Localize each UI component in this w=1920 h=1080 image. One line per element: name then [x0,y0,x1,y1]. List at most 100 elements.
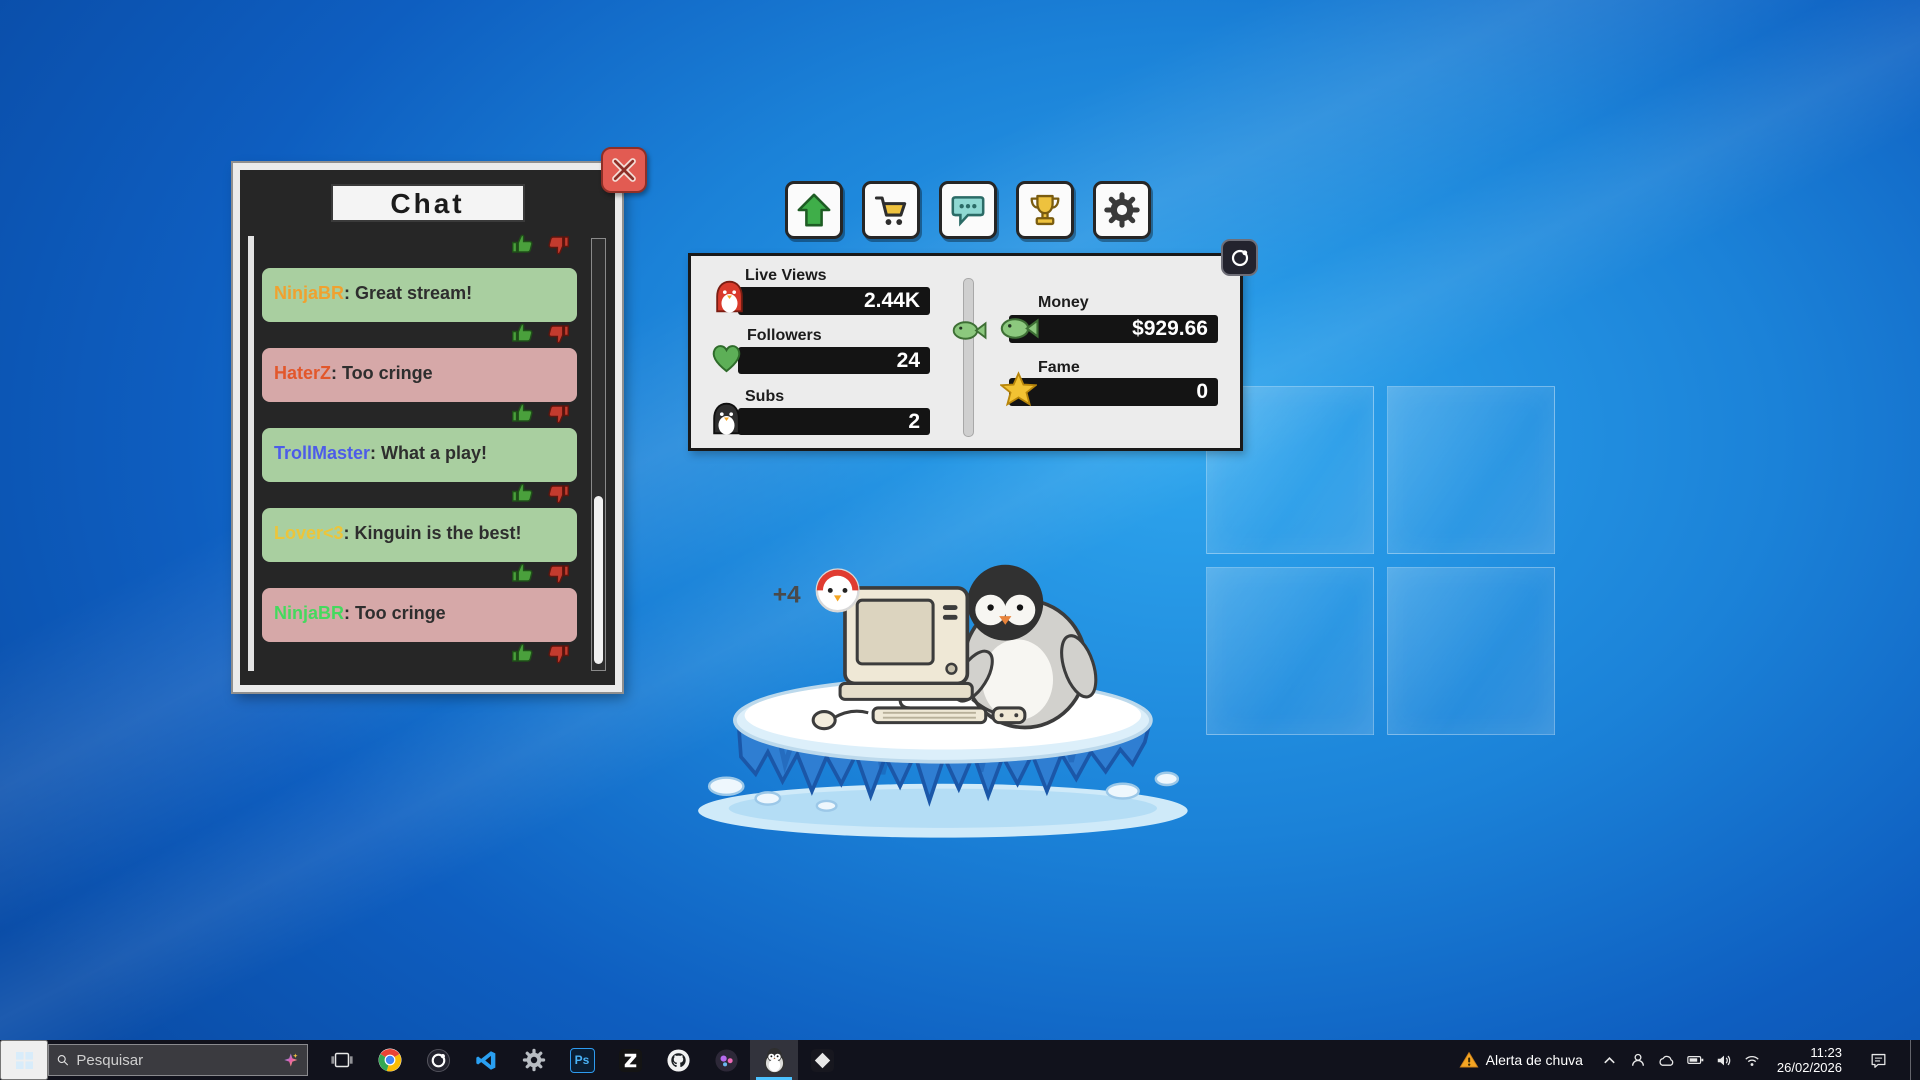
thumbs-down-icon[interactable] [544,232,573,257]
taskbar-github[interactable] [654,1040,702,1080]
chat-close-button[interactable] [601,147,647,193]
arrow-up-icon [795,191,833,229]
thumbs-up-icon[interactable] [508,561,537,586]
taskbar-clock[interactable]: 11:23 26/02/2026 [1773,1045,1846,1075]
shop-button[interactable] [862,181,920,239]
penguin-game-icon [761,1047,788,1074]
tray-chevron-icon[interactable] [1602,1054,1617,1066]
search-input[interactable] [76,1052,275,1069]
controller [993,708,1025,723]
fish-slider-handle[interactable] [948,314,990,347]
notification-center-button[interactable] [1859,1040,1897,1080]
windows-logo-pane [1387,386,1555,554]
star-icon [1000,371,1037,408]
obs-mini-button[interactable] [1221,239,1258,276]
chat-title: Chat [331,184,525,222]
thumbs-up-icon[interactable] [508,321,537,346]
github-icon [666,1048,691,1073]
volume-icon[interactable] [1716,1053,1732,1068]
thumbs-up-icon[interactable] [508,481,537,506]
taskbar-app-z[interactable] [606,1040,654,1080]
tray-icons [1630,1052,1760,1068]
money-label: Money [1038,294,1089,312]
chat-panel: Chat NinjaBR: Great stream! HaterZ: Too … [233,163,622,692]
obs-swirl-icon [1227,245,1253,271]
chat-message-text: Kinguin is the best! [355,523,522,543]
chat-left-rail [248,236,254,671]
clock-date: 26/02/2026 [1777,1060,1842,1075]
vote-buttons [508,561,573,586]
chat-message: TrollMaster: What a play! [262,428,577,482]
chat-bubble: TrollMaster: What a play! [262,428,577,482]
chat-bubble: HaterZ: Too cringe [262,348,577,402]
start-button[interactable] [0,1040,48,1080]
taskbar-penguin-game[interactable] [750,1040,798,1080]
network-wifi-icon[interactable] [1744,1054,1760,1067]
dark-app-icon [810,1048,835,1073]
search-icon [57,1052,68,1068]
thumbs-up-icon[interactable] [508,232,537,257]
vertical-slider-track[interactable] [963,278,974,437]
settings-button[interactable] [1093,181,1151,239]
onedrive-cloud-icon[interactable] [1658,1054,1675,1067]
upgrade-button[interactable] [785,181,843,239]
task-view-icon [330,1048,354,1072]
trophy-icon [1026,191,1064,229]
chat-colon: : [331,363,342,383]
thumbs-up-icon[interactable] [508,641,537,666]
thumbs-down-icon[interactable] [544,321,573,346]
taskbar-app-dark[interactable] [798,1040,846,1080]
taskbar-photoshop[interactable]: Ps [558,1040,606,1080]
chat-scrollbar[interactable] [591,238,606,671]
weather-alert-text: Alerta de chuva [1486,1052,1583,1068]
chat-username: TrollMaster [274,443,370,463]
show-desktop-button[interactable] [1910,1040,1916,1080]
vote-buttons [508,401,573,426]
taskbar-vscode[interactable] [462,1040,510,1080]
thumbs-down-icon[interactable] [544,641,573,666]
gain-text: +4 [773,582,801,609]
vote-buttons [508,481,573,506]
computer-mouse[interactable] [813,712,835,729]
penguin-icon [708,400,745,437]
taskbar-chrome[interactable] [366,1040,414,1080]
vote-buttons [508,321,573,346]
chat-colon: : [344,603,355,623]
fame-label: Fame [1038,359,1080,377]
taskbar-search[interactable] [48,1044,308,1076]
chat-message-list[interactable]: NinjaBR: Great stream! HaterZ: Too cring… [262,232,577,673]
taskbar-settings-gear[interactable] [510,1040,558,1080]
taskbar-obs[interactable] [414,1040,462,1080]
chat-message: NinjaBR: Too cringe [262,588,577,642]
gain-indicator: +4 [773,570,859,612]
achievements-button[interactable] [1016,181,1074,239]
chat-bubble: NinjaBR: Great stream! [262,268,577,322]
vote-buttons [508,641,573,666]
weather-alert[interactable]: Alerta de chuva [1453,1050,1589,1070]
thumbs-down-icon[interactable] [544,401,573,426]
chat-scrollbar-thumb[interactable] [594,496,603,664]
chat-bubble: Lover<3: Kinguin is the best! [262,508,577,562]
live-views-label: Live Views [745,267,827,285]
chat-message-partial [262,232,577,260]
z-app-icon [618,1048,643,1073]
stream-stats-panel: Live Views 2.44K Followers 24 Subs 2 Mon… [688,253,1243,451]
taskbar-app-purple[interactable] [702,1040,750,1080]
user-icon[interactable] [1630,1052,1646,1068]
chat-colon: : [344,523,355,543]
battery-icon[interactable] [1687,1054,1704,1066]
heart-icon [708,339,745,376]
chat-username: NinjaBR [274,603,344,623]
chrome-icon [377,1047,403,1073]
chat-toggle-button[interactable] [939,181,997,239]
thumbs-down-icon[interactable] [544,481,573,506]
chat-username: NinjaBR [274,283,344,303]
game-scene[interactable]: +4 [692,539,1206,845]
chat-colon: : [370,443,381,463]
task-view-button[interactable] [318,1040,366,1080]
thumbs-up-icon[interactable] [508,401,537,426]
copilot-sparkle-icon [283,1049,299,1071]
photoshop-icon: Ps [570,1048,595,1073]
thumbs-down-icon[interactable] [544,561,573,586]
red-penguin-icon [711,278,748,315]
